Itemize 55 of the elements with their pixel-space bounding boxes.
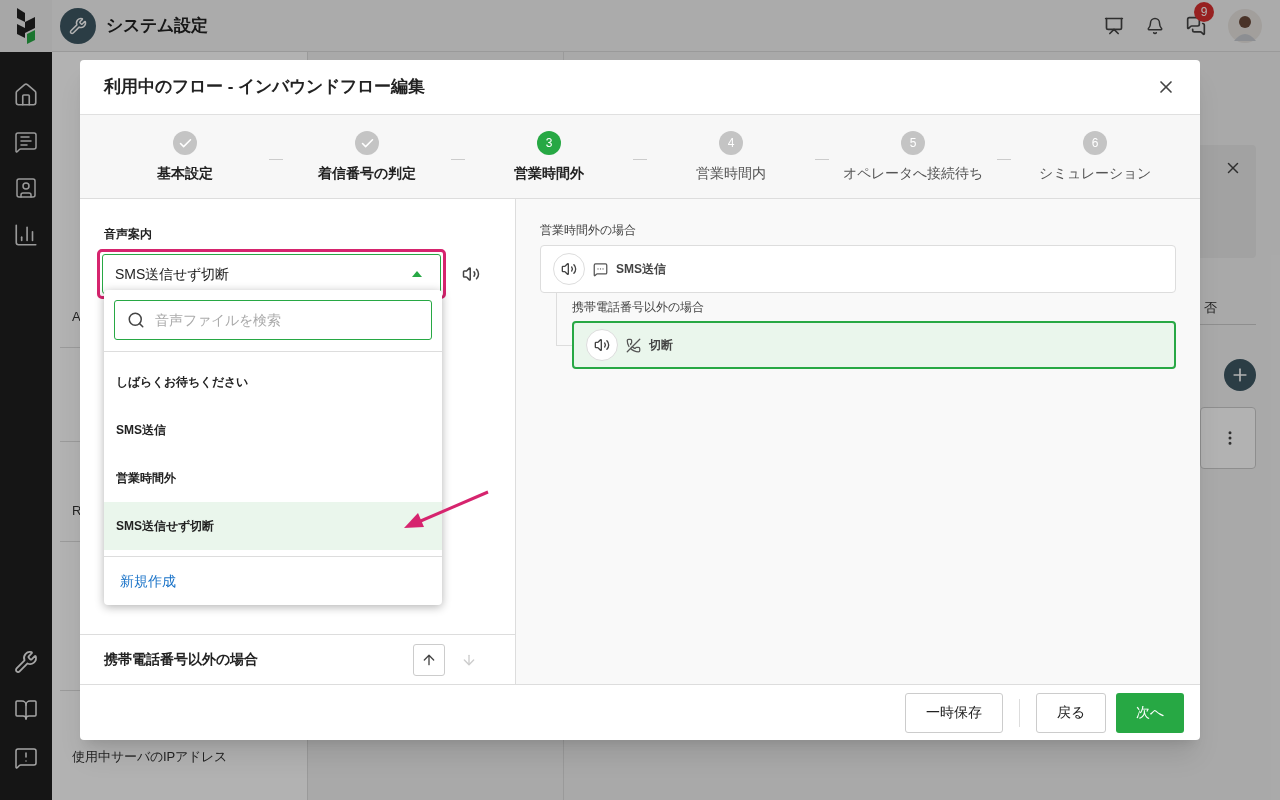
chart-icon[interactable] [13, 222, 39, 248]
step-label: オペレータへ接続待ち [843, 164, 983, 183]
create-link[interactable]: 新規作成 [120, 570, 176, 592]
dropdown-option[interactable]: SMS送信せず切断 [104, 502, 442, 550]
contact-card-icon[interactable] [14, 176, 38, 200]
step-number: 3 [537, 131, 561, 155]
flow-node[interactable]: SMS送信 [540, 245, 1176, 293]
section-title: 携帯電話番号以外の場合 [104, 650, 258, 669]
search-icon [127, 311, 145, 329]
secondary-button[interactable]: 一時保存 [905, 692, 1003, 733]
tools-icon [60, 7, 96, 44]
message-icon[interactable] [14, 130, 38, 154]
sidebar-item[interactable]: A [72, 307, 81, 327]
node-label: 切断 [649, 337, 673, 354]
step-label: 営業時間外 [514, 164, 584, 183]
dropdown-option[interactable]: しばらくお待ちください [104, 358, 442, 406]
secondary-button[interactable]: 戻る [1036, 692, 1106, 733]
add-button[interactable] [1224, 358, 1256, 391]
step-label: 基本設定 [157, 164, 213, 183]
logo-icon [15, 8, 37, 44]
page-title: システム設定 [106, 14, 208, 37]
presentation-icon[interactable] [1104, 15, 1124, 36]
speaker-icon[interactable] [462, 265, 480, 283]
modal-title: 利用中のフロー - インバウンドフロー編集 [104, 76, 426, 99]
dropdown-option[interactable]: SMS送信 [104, 406, 442, 454]
voice-select[interactable]: SMS送信せず切断 [102, 254, 441, 294]
flow-label: 営業時間外の場合 [540, 222, 637, 239]
notification-badge: 9 [1194, 1, 1214, 22]
step-label: シミュレーション [1039, 164, 1151, 183]
node-label: SMS送信 [616, 261, 666, 278]
home-icon[interactable] [13, 82, 39, 108]
flow-label: 携帯電話番号以外の場合 [572, 299, 705, 316]
bell-icon[interactable] [1146, 16, 1164, 35]
field-label: 音声案内 [104, 226, 153, 243]
step-label: 着信番号の判定 [318, 164, 416, 183]
sidebar-item[interactable]: R [72, 501, 82, 521]
tools-icon[interactable] [14, 650, 38, 674]
step-number: 5 [901, 131, 925, 155]
book-icon[interactable] [14, 698, 38, 722]
speaker-icon[interactable] [586, 329, 618, 361]
avatar[interactable] [1228, 8, 1262, 43]
search-field[interactable]: 音声ファイルを検索 [114, 300, 432, 340]
column-header: 否 [1204, 300, 1217, 315]
dropdown-option[interactable]: 営業時間外 [104, 454, 442, 502]
flow-node[interactable]: 切断 [572, 321, 1176, 369]
chat-icon[interactable] [1186, 15, 1206, 36]
sidebar-item[interactable]: 使用中サーバのIPアドレス [72, 747, 228, 767]
caret-icon [412, 271, 422, 277]
speaker-icon[interactable] [553, 253, 585, 285]
step-label: 営業時間内 [696, 164, 766, 183]
search-input[interactable]: 音声ファイルを検索 [155, 309, 419, 331]
move-up-button[interactable] [413, 643, 445, 676]
step-number: 6 [1083, 131, 1107, 155]
help-icon[interactable] [14, 746, 38, 770]
step-number: 4 [719, 131, 743, 155]
